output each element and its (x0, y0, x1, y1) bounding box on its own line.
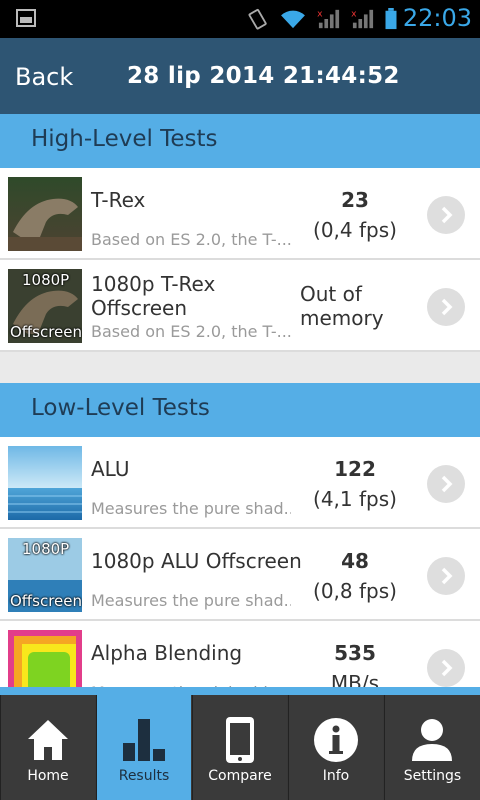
test-title-line2: Offscreen (91, 296, 188, 320)
test-title: ALU (91, 457, 130, 481)
test-description: Measures the pure shad... (91, 499, 291, 518)
score-value: 48 (341, 549, 369, 573)
tab-results[interactable]: Results (96, 695, 191, 800)
test-score: 48 (300, 549, 410, 573)
battery-icon (385, 8, 397, 30)
section-title: Low-Level Tests (31, 395, 210, 421)
svg-text:x: x (351, 8, 357, 19)
signal-2-icon: x (351, 8, 374, 29)
svg-text:x: x (317, 8, 323, 19)
chevron-right-icon[interactable] (427, 196, 465, 234)
user-icon (412, 719, 452, 761)
test-fps: (4,1 fps) (313, 487, 397, 511)
alu-offscreen-thumbnail: 1080P Offscreen (8, 538, 82, 612)
tab-home[interactable]: Home (0, 695, 95, 800)
test-description: Based on ES 2.0, the T-... (91, 230, 291, 249)
app-header: Back 28 lip 2014 21:44:52 (0, 38, 480, 114)
test-fps: (0,4 fps) (313, 218, 397, 242)
alu-thumbnail (8, 446, 82, 520)
phone-icon (226, 717, 254, 763)
trex-offscreen-thumbnail: 1080P Offscreen (8, 269, 82, 343)
tab-label: Results (118, 768, 170, 784)
section-header-low-level: Low-Level Tests (0, 383, 480, 437)
back-button[interactable]: Back (15, 63, 73, 91)
thumb-tag-offscreen: Offscreen (10, 592, 82, 610)
test-score: 535 (300, 641, 410, 665)
chevron-right-icon[interactable] (427, 649, 465, 687)
test-description: Measures the pure shad... (91, 591, 291, 610)
home-icon (28, 720, 68, 760)
list-item-trex[interactable]: T-Rex Based on ES 2.0, the T-... 23 (0,4… (0, 168, 480, 260)
vibrate-icon (248, 8, 267, 30)
list-item-alu-offscreen[interactable]: 1080P Offscreen 1080p ALU Offscreen Meas… (0, 529, 480, 621)
section-header-high-level: High-Level Tests (0, 114, 480, 168)
tab-compare[interactable]: Compare (192, 695, 287, 800)
chevron-right-icon[interactable] (427, 465, 465, 503)
test-title: 1080p T-Rex Offscreen (91, 272, 215, 320)
bottom-nav-accent (0, 687, 480, 695)
tab-label: Info (322, 768, 350, 784)
wifi-icon (281, 10, 305, 29)
test-score: 122 (300, 457, 410, 481)
thumb-tag-offscreen: Offscreen (10, 323, 82, 341)
test-title: Alpha Blending (91, 641, 243, 665)
test-description: Based on ES 2.0, the T-... (91, 322, 291, 341)
page-title: 28 lip 2014 21:44:52 (127, 63, 400, 89)
info-icon (314, 718, 358, 762)
score-value: 122 (334, 457, 376, 481)
test-title: 1080p ALU Offscreen (91, 549, 302, 573)
bar-chart-icon (123, 719, 165, 761)
tab-info[interactable]: Info (288, 695, 383, 800)
tab-label: Home (27, 768, 69, 784)
thumb-tag-resolution: 1080P (22, 540, 70, 558)
list-item-trex-offscreen[interactable]: 1080P Offscreen 1080p T-Rex Offscreen Ba… (0, 260, 480, 352)
tab-label: Compare (208, 768, 272, 784)
chevron-right-icon[interactable] (427, 557, 465, 595)
chevron-right-icon[interactable] (427, 288, 465, 326)
test-score-line1: Out of (300, 282, 362, 306)
test-title-line1: 1080p T-Rex (91, 272, 216, 296)
status-bar: x x 22:03 (0, 0, 480, 38)
test-title: T-Rex (91, 188, 146, 212)
test-fps: (0,8 fps) (313, 579, 397, 603)
test-score-line2: memory (300, 306, 384, 330)
clock: 22:03 (402, 4, 472, 32)
tab-label: Settings (403, 768, 462, 784)
score-value: 23 (341, 188, 369, 212)
section-divider (0, 352, 480, 383)
gallery-notification-icon (16, 9, 36, 27)
score-value: 535 (334, 641, 376, 665)
trex-thumbnail (8, 177, 82, 251)
thumb-tag-resolution: 1080P (22, 271, 70, 289)
list-item-alu[interactable]: ALU Measures the pure shad... 122 (4,1 f… (0, 437, 480, 529)
test-score: 23 (300, 188, 410, 212)
signal-1-icon: x (317, 8, 340, 29)
tab-settings[interactable]: Settings (384, 695, 480, 800)
section-title: High-Level Tests (31, 126, 218, 152)
